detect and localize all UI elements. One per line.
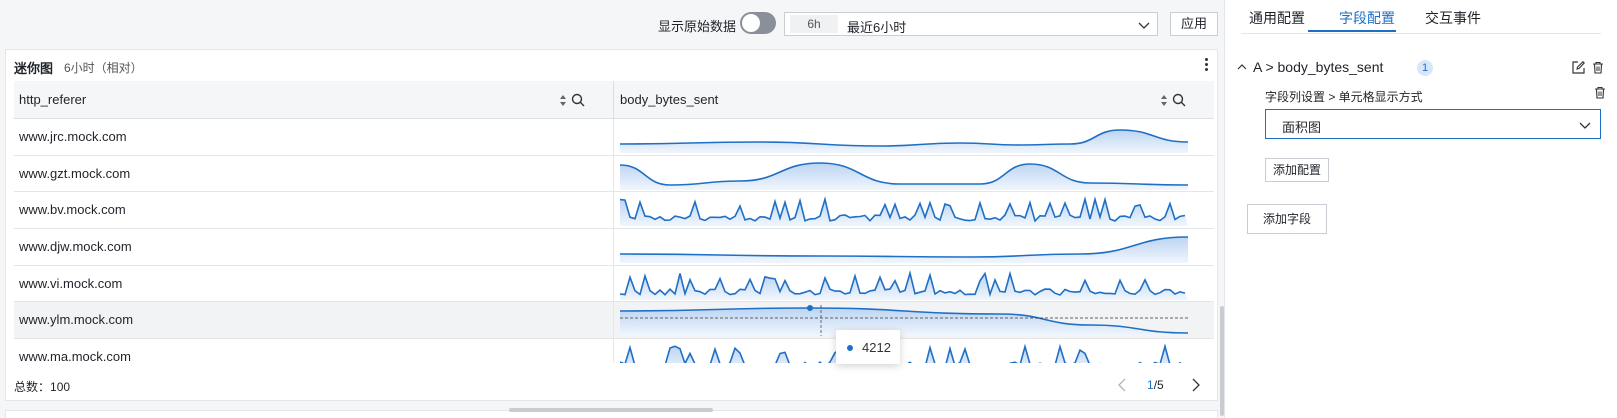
total-value: 100	[50, 380, 71, 394]
sparkline-cell	[614, 192, 1214, 228]
sparkline-area	[620, 272, 1188, 300]
main-area: 显示原始数据 6h 最近6小时 应用 迷你图 6小时（相对） http_refe…	[0, 0, 1224, 418]
tabs-divider	[1241, 33, 1601, 34]
search-icon[interactable]	[1172, 93, 1186, 107]
active-tab-indicator	[1308, 30, 1396, 32]
trash-icon[interactable]	[1594, 86, 1606, 99]
column-title: http_referer	[19, 92, 87, 107]
referer-cell: www.jrc.mock.com	[14, 119, 614, 155]
tooltip-value: 4212	[862, 340, 891, 355]
sparkline-cell	[614, 119, 1214, 155]
sparkline-chart	[620, 305, 1188, 337]
sparkline-card: 迷你图 6小时（相对） http_referer body_bytes_sent…	[5, 49, 1218, 401]
sparkline-chart	[620, 196, 1188, 227]
trash-icon[interactable]	[1592, 61, 1604, 74]
table-row[interactable]: www.djw.mock.com	[14, 229, 1214, 266]
referer-cell: www.bv.mock.com	[14, 192, 614, 229]
column-header-body-bytes-sent: body_bytes_sent	[614, 81, 1214, 119]
sparkline-line	[620, 196, 1186, 223]
sparkline-cell	[614, 156, 1214, 192]
table-row[interactable]: www.jrc.mock.com	[14, 119, 1214, 156]
sparkline-area	[620, 308, 1188, 337]
chevron-down-icon	[1138, 22, 1150, 29]
raw-data-label: 显示原始数据	[658, 19, 737, 34]
referer-cell: www.djw.mock.com	[14, 229, 614, 265]
time-range-text: 最近6小时	[847, 20, 907, 35]
toggle-knob	[742, 14, 760, 32]
setting-path: 字段列设置 > 单元格显示方式	[1265, 90, 1423, 104]
chevron-down-icon	[1579, 122, 1591, 129]
field-count-badge: 1	[1417, 60, 1433, 76]
table-row[interactable]: www.bv.mock.com	[14, 192, 1214, 230]
table-row[interactable]: www.ylm.mock.com	[14, 302, 1214, 340]
edit-icon[interactable]	[1572, 61, 1585, 74]
add-config-button[interactable]: 添加配置	[1265, 158, 1329, 182]
column-title: body_bytes_sent	[620, 92, 719, 107]
config-panel: 通用配置 字段配置 交互事件 A > body_bytes_sent 1 字段列…	[1224, 0, 1617, 418]
sparkline-tooltip: 4212	[836, 330, 900, 364]
sparkline-cell	[614, 339, 1214, 363]
field-name: A > body_bytes_sent	[1253, 59, 1384, 75]
sparkline-area	[620, 199, 1188, 227]
apply-button[interactable]: 应用	[1170, 12, 1218, 36]
sparkline-chart	[620, 236, 1188, 264]
sparkline-line	[620, 269, 1186, 297]
table-header: http_referer body_bytes_sent	[14, 81, 1214, 119]
time-range-badge: 6h	[790, 15, 838, 33]
column-header-http-referer: http_referer	[14, 81, 614, 119]
card-subtitle: 6小时（相对）	[64, 61, 143, 75]
sort-icon[interactable]	[559, 94, 567, 107]
sparkline-chart	[620, 343, 1182, 363]
display-mode-value: 面积图	[1282, 120, 1322, 135]
pagination: 1/5	[1109, 375, 1209, 395]
table-row[interactable]: www.ma.mock.com	[14, 339, 1214, 363]
referer-cell: www.ylm.mock.com	[14, 302, 614, 339]
chevron-left-icon[interactable]	[1117, 378, 1127, 392]
sort-icon[interactable]	[1160, 94, 1168, 107]
table-row[interactable]: www.vi.mock.com	[14, 265, 1214, 303]
sparkline-cell	[614, 302, 1214, 338]
more-icon[interactable]	[1203, 57, 1209, 73]
time-range-select[interactable]: 6h 最近6小时	[784, 12, 1158, 36]
raw-data-toggle[interactable]	[740, 12, 776, 34]
table-row[interactable]: www.gzt.mock.com	[14, 155, 1214, 193]
sparkline-line	[620, 343, 1182, 363]
table-body: www.jrc.mock.com www.gzt.mock.com www.bv.m…	[14, 119, 1214, 363]
sparkline-area	[620, 162, 1188, 190]
display-mode-select[interactable]: 面积图	[1265, 109, 1601, 139]
sparkline-cell	[614, 266, 1214, 302]
tab-general[interactable]: 通用配置	[1249, 8, 1305, 28]
tooltip-dot	[847, 345, 853, 351]
toolbar: 显示原始数据 6h 最近6小时 应用	[0, 10, 1224, 38]
sparkline-chart	[620, 269, 1188, 300]
chevron-up-icon[interactable]	[1237, 63, 1247, 71]
page-indicator: 1/5	[1147, 378, 1164, 392]
sparkline-chart	[620, 161, 1188, 190]
sparkline-area	[620, 346, 1181, 363]
referer-cell: www.vi.mock.com	[14, 265, 614, 302]
page-total: /5	[1153, 378, 1164, 392]
data-table: http_referer body_bytes_sent www.jrc.moc…	[14, 81, 1214, 363]
tab-field[interactable]: 字段配置	[1339, 8, 1395, 28]
sparkline-cell	[614, 229, 1214, 265]
tab-interaction[interactable]: 交互事件	[1425, 8, 1481, 28]
card-title: 迷你图	[14, 61, 54, 76]
sparkline-area	[620, 237, 1188, 264]
sparkline-line	[620, 161, 1188, 186]
sparkline-chart	[620, 129, 1188, 153]
search-icon[interactable]	[571, 93, 585, 107]
total-label: 总数：	[14, 380, 51, 394]
referer-cell: www.gzt.mock.com	[14, 155, 614, 192]
page-current: 1	[1147, 378, 1154, 392]
add-field-button[interactable]: 添加字段	[1247, 204, 1327, 234]
total-count: 总数：100	[14, 378, 70, 395]
horizontal-scrollbar[interactable]	[509, 408, 713, 412]
chevron-right-icon[interactable]	[1191, 378, 1201, 392]
referer-cell: www.ma.mock.com	[14, 339, 614, 363]
